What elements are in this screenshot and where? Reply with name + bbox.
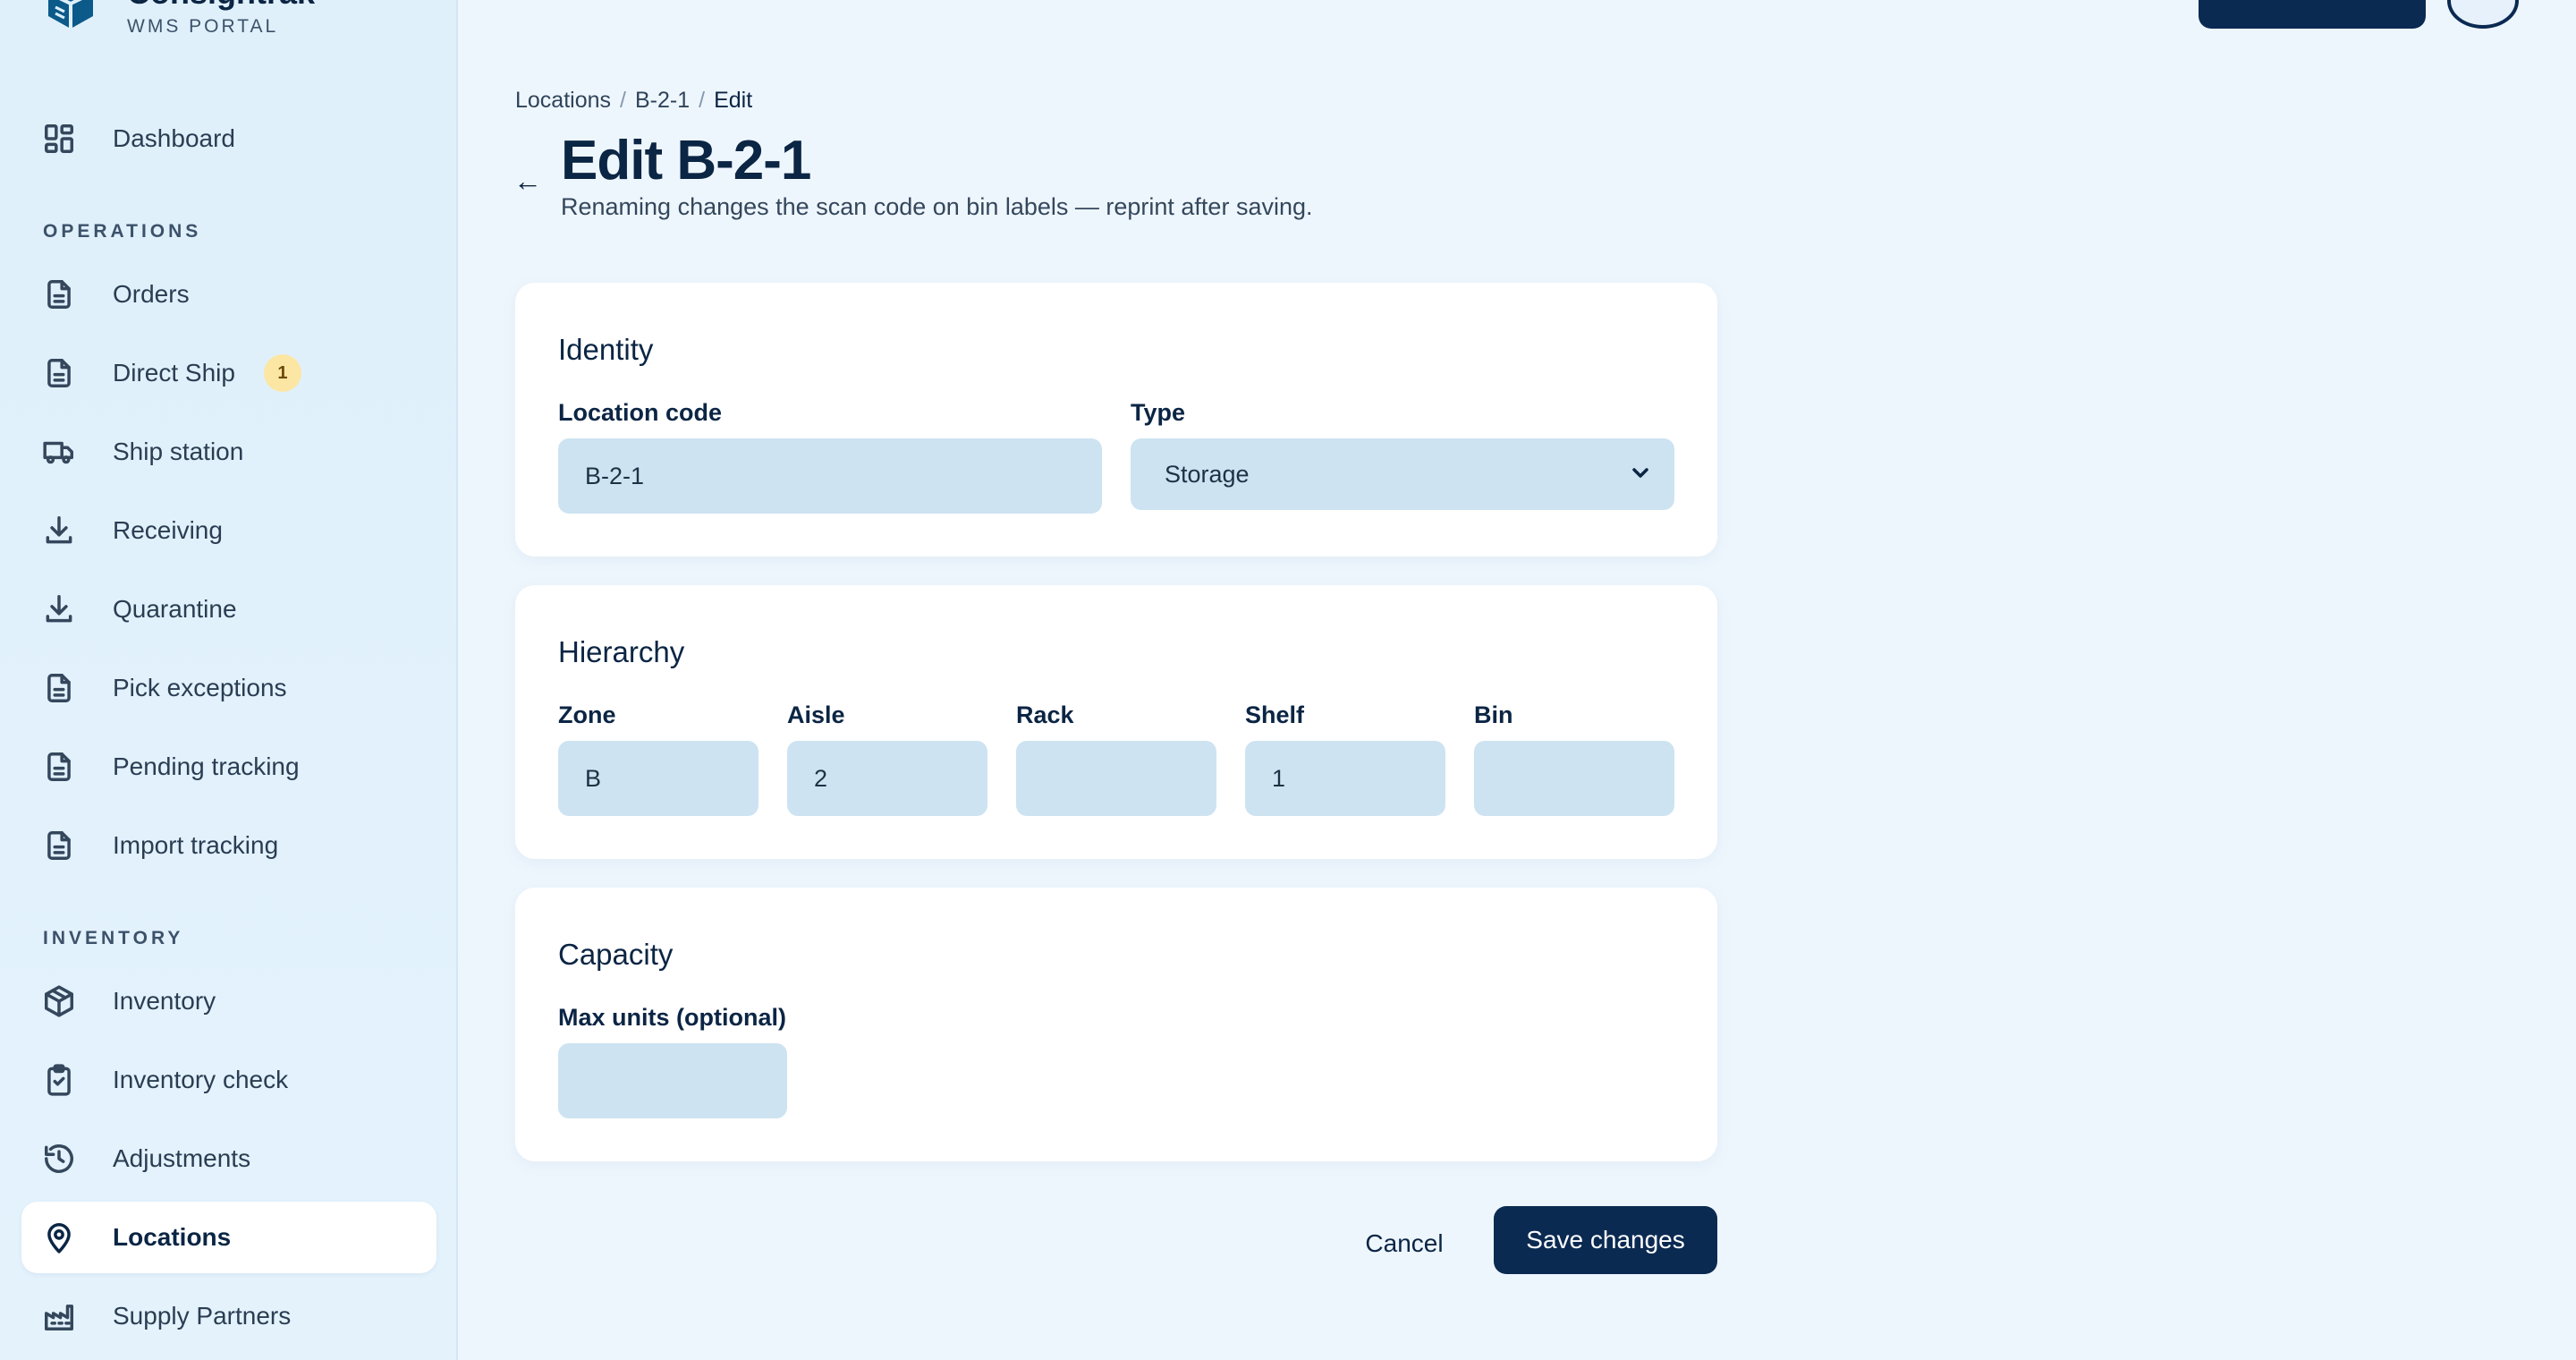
sidebar-item-quarantine[interactable]: Quarantine [21, 574, 436, 645]
max-units-label: Max units (optional) [558, 1004, 786, 1031]
sidebar-item-locations[interactable]: Locations [21, 1202, 436, 1273]
sidebar-item-label: Import tracking [113, 831, 279, 859]
zone-label: Zone [558, 701, 616, 728]
breadcrumb-separator: / [699, 88, 706, 113]
bin-field[interactable] [1474, 741, 1674, 816]
sidebar-item-label: Orders [113, 280, 190, 308]
breadcrumb-locations[interactable]: Locations [515, 88, 611, 114]
bin-label: Bin [1474, 701, 1513, 728]
shelf-field[interactable]: 1 [1245, 741, 1445, 816]
cube-icon [41, 983, 77, 1019]
sidebar-item-dashboard[interactable]: Dashboard [21, 103, 436, 174]
sidebar-item-inventory[interactable]: Inventory [21, 965, 436, 1037]
sidebar-item-label: Supply Partners [113, 1302, 292, 1330]
type-select[interactable]: Storage [1131, 438, 1674, 510]
back-arrow-icon[interactable]: ← [513, 165, 542, 198]
type-select-value: Storage [1165, 460, 1250, 488]
sidebar-item-orders[interactable]: Orders [21, 259, 436, 330]
breadcrumb: Locations / B-2-1 / Edit [515, 88, 752, 114]
sidebar-item-label: Ship station [113, 438, 244, 465]
sidebar-item-receiving[interactable]: Receiving [21, 495, 436, 566]
page-subtitle: Renaming changes the scan code on bin la… [561, 193, 1313, 220]
section-label-inventory: INVENTORY [43, 928, 184, 948]
sidebar-item-inventory-check[interactable]: Inventory check [21, 1044, 436, 1116]
document-icon [41, 276, 77, 312]
identity-card: Identity Location code B-2-1 Type Storag… [515, 283, 1717, 557]
location-code-field[interactable]: B-2-1 [558, 438, 1102, 514]
download-icon [41, 513, 77, 548]
card-title: Hierarchy [558, 635, 685, 668]
sidebar-item-label: Inventory check [113, 1066, 289, 1093]
sidebar-item-direct-ship[interactable]: Direct Ship 1 [21, 337, 436, 409]
logo-icon [48, 0, 93, 29]
map-pin-icon [41, 1220, 77, 1255]
brand-name: Consigntrak [127, 0, 315, 9]
count-badge: 1 [263, 354, 301, 392]
sidebar-item-label: Inventory [113, 987, 216, 1015]
sidebar-item-import-tracking[interactable]: Import tracking [21, 810, 436, 881]
chevron-down-icon [1632, 468, 1648, 478]
brand-subtitle: WMS PORTAL [127, 16, 279, 37]
sidebar-item-label: Pick exceptions [113, 674, 287, 701]
sidebar-item-pick-exceptions[interactable]: Pick exceptions [21, 652, 436, 724]
hierarchy-card: Hierarchy Zone B Aisle 2 Rack Shelf 1 Bi… [515, 585, 1717, 859]
dashboard-icon [41, 121, 77, 157]
breadcrumb-separator: / [620, 88, 626, 113]
truck-icon [41, 434, 77, 470]
factory-icon [41, 1298, 77, 1334]
card-title: Identity [558, 333, 654, 366]
sidebar-item-label: Locations [113, 1223, 232, 1251]
sidebar-item-supply-partners[interactable]: Supply Partners [21, 1280, 436, 1352]
breadcrumb-current: Edit [714, 88, 753, 113]
sidebar-item-ship-station[interactable]: Ship station [21, 416, 436, 488]
clipboard-check-icon [41, 1062, 77, 1098]
page-title: Edit B-2-1 [561, 130, 811, 191]
sidebar-item-adjustments[interactable]: Adjustments [21, 1123, 436, 1194]
type-label: Type [1131, 399, 1186, 426]
history-icon [41, 1141, 77, 1177]
max-units-field[interactable] [558, 1043, 787, 1118]
location-code-label: Location code [558, 399, 723, 426]
document-icon [41, 670, 77, 706]
aisle-label: Aisle [787, 701, 845, 728]
section-label-operations: OPERATIONS [43, 221, 202, 242]
avatar[interactable] [2447, 0, 2519, 29]
shelf-label: Shelf [1245, 701, 1305, 728]
rack-label: Rack [1016, 701, 1074, 728]
sidebar: Consigntrak WMS PORTAL Dashboard OPERATI… [0, 0, 458, 1360]
capacity-card: Capacity Max units (optional) [515, 888, 1717, 1161]
sidebar-item-label: Pending tracking [113, 752, 300, 780]
sidebar-item-label: Quarantine [113, 595, 237, 623]
document-icon [41, 828, 77, 863]
document-icon [41, 355, 77, 391]
zone-field[interactable]: B [558, 741, 758, 816]
sidebar-item-label: Direct Ship [113, 359, 235, 387]
save-button[interactable]: Save changes [1494, 1206, 1717, 1274]
aisle-field[interactable]: 2 [787, 741, 987, 816]
sidebar-item-pending-tracking[interactable]: Pending tracking [21, 731, 436, 803]
rack-field[interactable] [1016, 741, 1216, 816]
sidebar-item-label: Adjustments [113, 1144, 251, 1172]
card-title: Capacity [558, 938, 674, 971]
brand[interactable]: Consigntrak WMS PORTAL [41, 0, 315, 47]
sidebar-item-label: Dashboard [113, 124, 235, 152]
sidebar-item-label: Receiving [113, 516, 223, 544]
breadcrumb-location[interactable]: B-2-1 [635, 88, 690, 114]
document-icon [41, 749, 77, 785]
download-icon [41, 591, 77, 627]
top-action-button[interactable] [2199, 0, 2426, 29]
cancel-button[interactable]: Cancel [1338, 1210, 1470, 1278]
